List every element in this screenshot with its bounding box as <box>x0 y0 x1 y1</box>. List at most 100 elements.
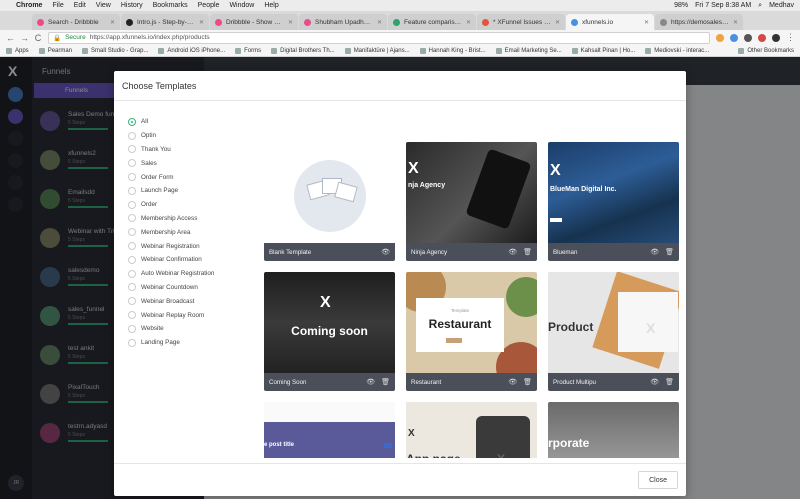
template-thumbnail[interactable]: rporate <box>548 402 679 458</box>
trash-icon[interactable]: 🗑 <box>665 248 674 256</box>
bookmark-item[interactable]: Forms <box>235 47 261 54</box>
template-thumbnail[interactable] <box>264 142 395 243</box>
forward-button[interactable]: → <box>20 33 29 43</box>
eye-icon[interactable]: 👁 <box>650 248 659 256</box>
close-tab-icon[interactable]: ✕ <box>199 19 204 26</box>
menu-help[interactable]: Help <box>264 2 278 9</box>
profile-avatar-icon[interactable] <box>772 33 780 42</box>
close-tab-icon[interactable]: ✕ <box>110 19 115 26</box>
bookmark-item[interactable]: Digital Brothers Th... <box>271 47 335 54</box>
category-option[interactable]: Webinar Registration <box>128 239 258 253</box>
bookmark-item[interactable]: Manifaktūre | Ajans... <box>344 47 410 54</box>
radio-button[interactable] <box>128 255 136 264</box>
category-option[interactable]: Webinar Countdown <box>128 281 258 295</box>
extension-icon[interactable] <box>716 33 724 42</box>
category-option[interactable]: Website <box>128 322 258 336</box>
radio-button[interactable] <box>128 269 136 278</box>
reload-button[interactable]: C <box>34 33 42 43</box>
menu-bookmarks[interactable]: Bookmarks <box>153 2 188 9</box>
menu-window[interactable]: Window <box>229 2 254 9</box>
browser-tab[interactable]: https://demosales.xfu ✕ <box>655 14 743 30</box>
category-option[interactable]: Membership Area <box>128 225 258 239</box>
menu-people[interactable]: People <box>198 2 220 9</box>
menu-history[interactable]: History <box>121 2 143 9</box>
close-tab-icon[interactable]: ✕ <box>288 19 293 26</box>
category-option[interactable]: Webinar Replay Room <box>128 308 258 322</box>
browser-tab-active[interactable]: xfunnels.io ✕ <box>566 14 654 30</box>
radio-button[interactable] <box>128 159 136 168</box>
extension-icon[interactable] <box>730 33 738 42</box>
menu-file[interactable]: File <box>52 2 63 9</box>
category-option[interactable]: All <box>128 115 258 129</box>
template-card[interactable]: X Product Product Multipu 👁 🗑 <box>548 272 679 391</box>
menu-kebab-icon[interactable]: ⋮ <box>786 32 795 43</box>
back-button[interactable]: ← <box>6 33 15 43</box>
template-card[interactable]: X Coming soon Coming Soon 👁 🗑 <box>264 272 395 391</box>
close-tab-icon[interactable]: ✕ <box>377 19 382 26</box>
radio-button[interactable] <box>128 173 136 182</box>
eye-icon[interactable]: 👁 <box>508 248 517 256</box>
radio-button[interactable] <box>128 297 136 306</box>
battery-level[interactable]: 98% <box>674 2 688 9</box>
radio-button[interactable] <box>128 242 136 251</box>
bookmark-item[interactable]: Hannah King - Brist... <box>419 47 486 54</box>
template-card[interactable]: Xnja Agency Ninja Agency 👁 🗑 <box>406 142 537 261</box>
browser-tab[interactable]: Search - Dribbble ✕ <box>32 14 120 30</box>
radio-button[interactable] <box>128 186 136 195</box>
radio-button[interactable] <box>128 228 136 237</box>
extension-icon[interactable] <box>744 33 752 42</box>
menu-view[interactable]: View <box>96 2 111 9</box>
url-input[interactable]: 🔒 Secure https://app.xfunnels.io/index.p… <box>48 31 710 44</box>
radio-button[interactable] <box>128 214 136 223</box>
radio-button[interactable] <box>128 117 136 126</box>
category-option[interactable]: Launch Page <box>128 184 258 198</box>
eye-icon[interactable]: 👁 <box>381 248 390 256</box>
template-thumbnail[interactable]: Xnja Agency <box>406 142 537 243</box>
clock[interactable]: Fri 7 Sep 8:38 AM <box>695 2 751 9</box>
trash-icon[interactable]: 🗑 <box>381 378 390 386</box>
category-option[interactable]: Order Form <box>128 170 258 184</box>
radio-button[interactable] <box>128 283 136 292</box>
eye-icon[interactable]: 👁 <box>650 378 659 386</box>
browser-tab[interactable]: Shubham Upadhyay | Li ✕ <box>299 14 387 30</box>
bookmark-item[interactable]: Small Studio - Grap... <box>82 47 148 54</box>
close-tab-icon[interactable]: ✕ <box>555 19 560 26</box>
bookmark-item[interactable]: Email Marketing Se... <box>495 47 562 54</box>
bookmark-item[interactable]: Mediovski - interac... <box>645 47 709 54</box>
radio-button[interactable] <box>128 145 136 154</box>
browser-tab[interactable]: Dribbble - Show and tell ✕ <box>210 14 298 30</box>
template-card[interactable]: Template Restaurant Restaurant 👁 🗑 <box>406 272 537 391</box>
radio-button[interactable] <box>128 131 136 140</box>
bookmark-item[interactable]: Apps <box>6 47 29 54</box>
close-button[interactable]: Close <box>638 471 678 489</box>
radio-button[interactable] <box>128 200 136 209</box>
template-card[interactable]: X BlueMan Digital Inc. Blueman 👁 🗑 <box>548 142 679 261</box>
trash-icon[interactable]: 🗑 <box>523 378 532 386</box>
category-option[interactable]: Auto Webinar Registration <box>128 267 258 281</box>
eye-icon[interactable]: 👁 <box>508 378 517 386</box>
bookmark-item[interactable]: Android iOS iPhone... <box>158 47 225 54</box>
browser-tab[interactable]: Intro.js - Step-by-step ✕ <box>121 14 209 30</box>
radio-button[interactable] <box>128 338 136 347</box>
other-bookmarks[interactable]: Other Bookmarks <box>738 47 794 54</box>
category-option[interactable]: Membership Access <box>128 212 258 226</box>
template-thumbnail[interactable]: X BlueMan Digital Inc. <box>548 142 679 243</box>
template-thumbnail[interactable]: e post title <box>264 402 395 458</box>
browser-tab[interactable]: Feature comparison sc ✕ <box>388 14 476 30</box>
extension-icon[interactable] <box>758 33 766 42</box>
template-card[interactable]: e post title <box>264 402 395 458</box>
eye-icon[interactable]: 👁 <box>366 378 375 386</box>
close-tab-icon[interactable]: ✕ <box>644 19 649 26</box>
app-menu[interactable]: Chrome <box>16 2 42 9</box>
template-thumbnail[interactable]: Template Restaurant <box>406 272 537 373</box>
category-option[interactable]: Sales <box>128 156 258 170</box>
template-card[interactable]: rporate <box>548 402 679 458</box>
category-option[interactable]: Order <box>128 198 258 212</box>
radio-button[interactable] <box>128 311 136 320</box>
close-tab-icon[interactable]: ✕ <box>733 19 738 26</box>
category-option[interactable]: Landing Page <box>128 336 258 350</box>
close-tab-icon[interactable]: ✕ <box>466 19 471 26</box>
trash-icon[interactable]: 🗑 <box>523 248 532 256</box>
browser-tab[interactable]: * XFunnel Issues | Trello ✕ <box>477 14 565 30</box>
user-name[interactable]: Medhav <box>769 2 794 9</box>
